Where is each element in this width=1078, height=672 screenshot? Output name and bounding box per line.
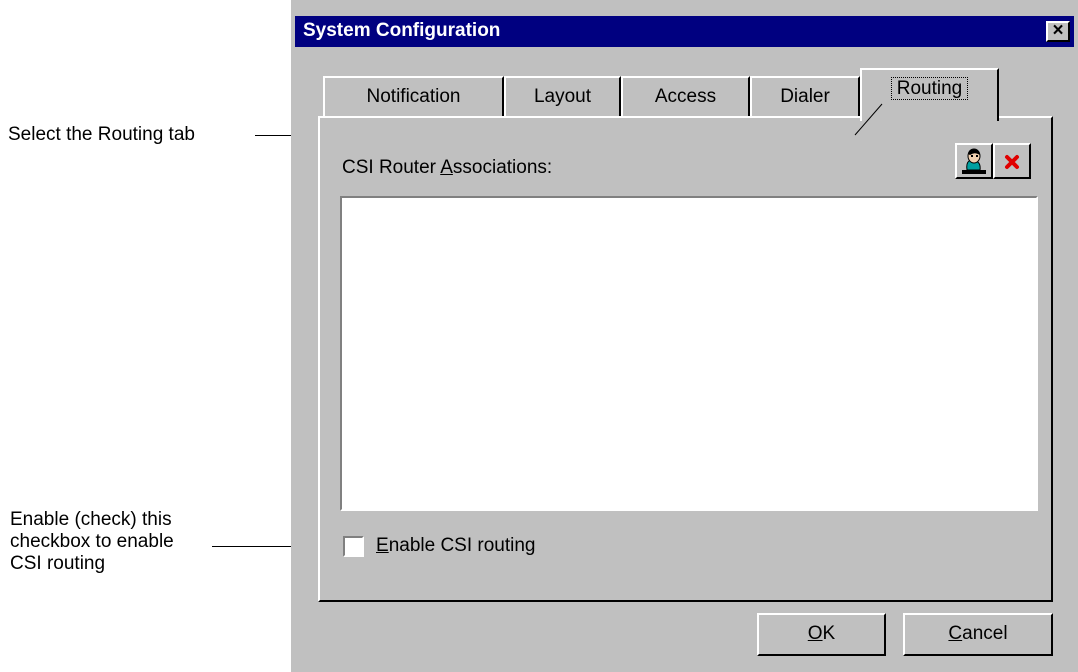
- delete-association-button[interactable]: [993, 143, 1031, 179]
- cancel-mnemonic: C: [948, 623, 963, 644]
- callout-checkbox-line1: Enable (check) this: [10, 509, 172, 530]
- tab-access-label: Access: [654, 86, 717, 107]
- enable-csi-routing-mnemonic: E: [376, 535, 389, 556]
- associations-label-pre: CSI Router: [342, 157, 441, 178]
- titlebar[interactable]: System Configuration ×: [295, 16, 1074, 47]
- enable-csi-routing-checkbox[interactable]: [343, 536, 364, 557]
- csi-router-associations-label: CSI Router Associations:: [342, 157, 552, 179]
- add-association-button[interactable]: [955, 143, 993, 179]
- ok-mnemonic: O: [807, 623, 823, 644]
- callout-routing-tab: Select the Routing tab: [8, 124, 195, 145]
- tab-routing[interactable]: Routing: [860, 68, 999, 121]
- window-title: System Configuration: [303, 20, 501, 41]
- ok-button[interactable]: OK: [757, 613, 886, 656]
- red-x-icon: [1005, 155, 1019, 169]
- person-icon: [962, 148, 986, 174]
- close-icon: ×: [1052, 20, 1064, 41]
- tab-access[interactable]: Access: [621, 76, 750, 117]
- associations-label-post: ssociations:: [452, 157, 553, 178]
- ok-label: K: [822, 623, 836, 644]
- tab-notification-label: Notification: [366, 86, 461, 107]
- cancel-label: ancel: [962, 623, 1008, 644]
- tab-dialer-label: Dialer: [780, 86, 830, 107]
- tab-layout[interactable]: Layout: [504, 76, 621, 117]
- tab-dialer[interactable]: Dialer: [750, 76, 860, 117]
- cancel-button[interactable]: Cancel: [903, 613, 1053, 656]
- associations-label-mnemonic: A: [440, 157, 453, 178]
- callout-checkbox-line2: checkbox to enable: [10, 531, 174, 552]
- close-button[interactable]: ×: [1046, 21, 1070, 42]
- callout-checkbox: Enable (check) this checkbox to enable C…: [10, 509, 174, 575]
- tab-routing-label: Routing: [890, 77, 969, 100]
- tab-layout-label: Layout: [533, 86, 592, 107]
- enable-csi-routing-label[interactable]: Enable CSI routing: [376, 535, 536, 557]
- csi-router-associations-list[interactable]: [340, 196, 1038, 511]
- callout-checkbox-line3: CSI routing: [10, 553, 106, 574]
- enable-csi-routing-text: nable CSI routing: [388, 535, 536, 556]
- tab-notification[interactable]: Notification: [323, 76, 504, 117]
